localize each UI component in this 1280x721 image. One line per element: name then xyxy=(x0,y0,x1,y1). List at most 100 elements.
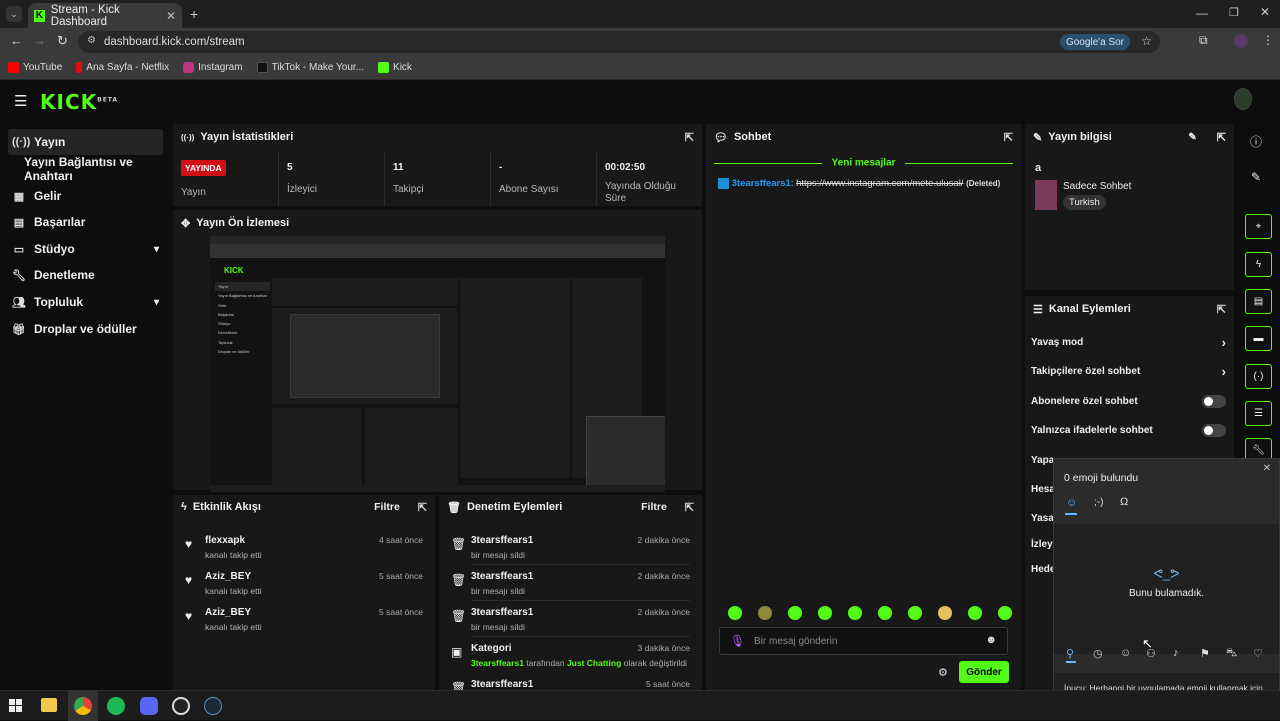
sidebar-item-basarilar[interactable]: ▤ Başarılar xyxy=(8,209,163,235)
info-icon[interactable]: ⓘ xyxy=(1250,133,1262,150)
emote-button[interactable] xyxy=(968,606,982,620)
emote-button[interactable] xyxy=(728,606,742,620)
kaomoji-tab-icon[interactable]: ;-) xyxy=(1094,497,1103,508)
browser-tab[interactable]: K Stream - Kick Dashboard ✕ xyxy=(28,3,182,28)
obs-icon[interactable] xyxy=(172,697,190,715)
user-avatar[interactable] xyxy=(1234,88,1252,110)
emote-button[interactable] xyxy=(848,606,862,620)
chrome-icon[interactable] xyxy=(74,697,92,715)
moderation-actor[interactable]: 3tearsffears1 xyxy=(471,658,524,668)
chat-input[interactable]: 🎙︎ Bir mesaj gönderin ☻ xyxy=(719,627,1008,655)
celebration-icon[interactable]: ♪ xyxy=(1173,647,1179,659)
moderation-user[interactable]: 3tearsffears1 xyxy=(471,535,533,546)
sidebar-item-yayin[interactable]: ((·)) Yayın xyxy=(8,129,163,155)
rail-preview-button[interactable]: ⌖ xyxy=(1245,214,1272,239)
rail-list-button[interactable]: ☰ xyxy=(1245,401,1272,426)
forward-arrow-icon[interactable]: → xyxy=(33,33,46,48)
filter-button[interactable]: Filtre xyxy=(641,501,667,513)
sidebar-item-stream-key[interactable]: Yayın Bağlantısı ve Anahtarı xyxy=(20,155,170,183)
sidebar-item-studyo[interactable]: ▭ Stüdyo ▾ xyxy=(8,236,163,262)
url-field[interactable]: ⚙ dashboard.kick.com/stream Google'a Sor… xyxy=(78,31,1160,53)
emote-button[interactable] xyxy=(998,606,1012,620)
flag-icon[interactable]: ⚑ xyxy=(1200,647,1210,660)
site-info-icon[interactable]: ⚙ xyxy=(87,35,96,46)
popout-icon[interactable]: ⇱ xyxy=(418,501,427,514)
symbols-tab-icon[interactable]: Ω xyxy=(1120,496,1128,508)
moderation-user[interactable]: 3tearsffears1 xyxy=(471,607,533,618)
emote-button[interactable] xyxy=(878,606,892,620)
search-icon[interactable]: ⚲ xyxy=(1066,647,1074,660)
restore-icon[interactable]: ❐ xyxy=(1229,6,1239,19)
browser-menu-icon[interactable]: ⋮ xyxy=(1262,33,1274,47)
category-name[interactable]: Sadece Sohbet xyxy=(1063,181,1131,192)
ask-google-button[interactable]: Google'a Sor xyxy=(1059,34,1130,50)
steam-icon[interactable] xyxy=(204,697,222,715)
profile-avatar[interactable] xyxy=(1234,34,1248,48)
rail-broadcast-button[interactable]: (·) xyxy=(1245,364,1272,389)
popout-icon[interactable]: ⇱ xyxy=(1217,303,1226,316)
bookmark-youtube[interactable]: YouTube xyxy=(8,62,62,73)
sidebar-item-denetleme[interactable]: 🔧︎ Denetleme xyxy=(8,262,163,288)
popout-icon[interactable]: ⇱ xyxy=(1217,131,1226,144)
filter-button[interactable]: Filtre xyxy=(374,501,400,513)
close-icon[interactable]: ✕ xyxy=(1263,463,1271,474)
spotify-icon[interactable] xyxy=(107,697,125,715)
send-button[interactable]: Gönder xyxy=(959,661,1009,683)
reload-icon[interactable]: ↻ xyxy=(57,33,68,49)
preview-thumbnail[interactable]: KICK Yayın Yayın Bağlantısı ve Anahtar G… xyxy=(210,236,665,492)
sidebar-item-gelir[interactable]: ▦ Gelir xyxy=(8,183,163,209)
popout-icon[interactable]: ⇱ xyxy=(685,501,694,514)
emote-button[interactable] xyxy=(938,606,952,620)
action-followers-only[interactable]: Takipçilere özel sohbet › xyxy=(1031,360,1226,382)
chat-deleted-link[interactable]: https://www.instagram.com/mete.ulusal/ xyxy=(796,178,963,189)
close-window-icon[interactable]: ✕ xyxy=(1260,5,1270,19)
bookmark-netflix[interactable]: Ana Sayfa - Netflix xyxy=(76,62,169,73)
emotes-only-toggle[interactable] xyxy=(1202,423,1226,437)
extensions-icon[interactable]: ⧉ xyxy=(1199,33,1208,48)
microphone-icon[interactable]: 🎙︎ xyxy=(730,634,745,648)
emote-button[interactable] xyxy=(908,606,922,620)
sidebar-item-topluluk[interactable]: 👥︎ Topluluk ▾ xyxy=(8,289,163,315)
kick-logo[interactable]: KICKBETA xyxy=(40,90,118,114)
minimize-icon[interactable]: — xyxy=(1196,6,1208,20)
hamburger-menu-icon[interactable]: ☰ xyxy=(14,92,27,110)
tab-search-chevron-icon[interactable]: ⌄ xyxy=(6,6,22,22)
file-explorer-icon[interactable] xyxy=(41,698,57,712)
windows-start-icon[interactable] xyxy=(9,699,22,712)
bookmark-tiktok[interactable]: TikTok - Make Your... xyxy=(256,62,364,73)
sidebar-item-droplar[interactable]: 🎁︎ Droplar ve ödüller xyxy=(8,316,163,342)
action-label: Yasa xyxy=(1031,512,1054,524)
bookmark-instagram[interactable]: Instagram xyxy=(183,62,243,73)
emoji-picker-icon[interactable]: ☻ xyxy=(985,634,997,646)
moderation-user[interactable]: 3tearsffears1 xyxy=(471,679,533,690)
discord-icon[interactable] xyxy=(140,697,158,715)
moderation-user[interactable]: 3tearsffears1 xyxy=(471,571,533,582)
action-slow-mode[interactable]: Yavaş mod › xyxy=(1031,331,1226,353)
activity-user[interactable]: Aziz_BEY xyxy=(205,607,251,618)
rail-notes-button[interactable]: ▤ xyxy=(1245,289,1272,314)
edit-pencil-icon[interactable]: ✎ xyxy=(1251,170,1261,184)
heart-icon[interactable]: ♡ xyxy=(1253,647,1263,660)
rail-chat-button[interactable]: ▬ xyxy=(1245,326,1272,351)
rail-activity-button[interactable]: ϟ xyxy=(1245,252,1272,277)
bookmark-kick[interactable]: Kick xyxy=(378,62,412,73)
subscribers-only-toggle[interactable] xyxy=(1202,394,1226,408)
back-arrow-icon[interactable]: ← xyxy=(10,33,23,48)
activity-user[interactable]: flexxapk xyxy=(205,535,245,546)
chat-username[interactable]: 3tearsffears1 xyxy=(732,178,791,189)
new-tab-plus-icon[interactable]: + xyxy=(190,6,198,22)
emote-button[interactable] xyxy=(818,606,832,620)
close-tab-icon[interactable]: ✕ xyxy=(166,9,176,23)
chat-settings-gear-icon[interactable]: ⚙ xyxy=(938,666,948,679)
emoji-tab-icon[interactable]: ☺ xyxy=(1066,497,1077,509)
bookmark-star-icon[interactable]: ☆ xyxy=(1141,34,1152,48)
smiley-icon[interactable]: ☺ xyxy=(1120,647,1131,659)
edit-pencil-icon[interactable]: ✎ xyxy=(1188,132,1196,143)
emote-button[interactable] xyxy=(788,606,802,620)
popout-icon[interactable]: ⇱ xyxy=(685,131,694,144)
car-icon[interactable]: ⛍ xyxy=(1226,647,1237,661)
emote-button[interactable] xyxy=(758,606,772,620)
recent-icon[interactable]: ◷ xyxy=(1093,647,1103,660)
popout-icon[interactable]: ⇱ xyxy=(1004,131,1013,144)
activity-user[interactable]: Aziz_BEY xyxy=(205,571,251,582)
